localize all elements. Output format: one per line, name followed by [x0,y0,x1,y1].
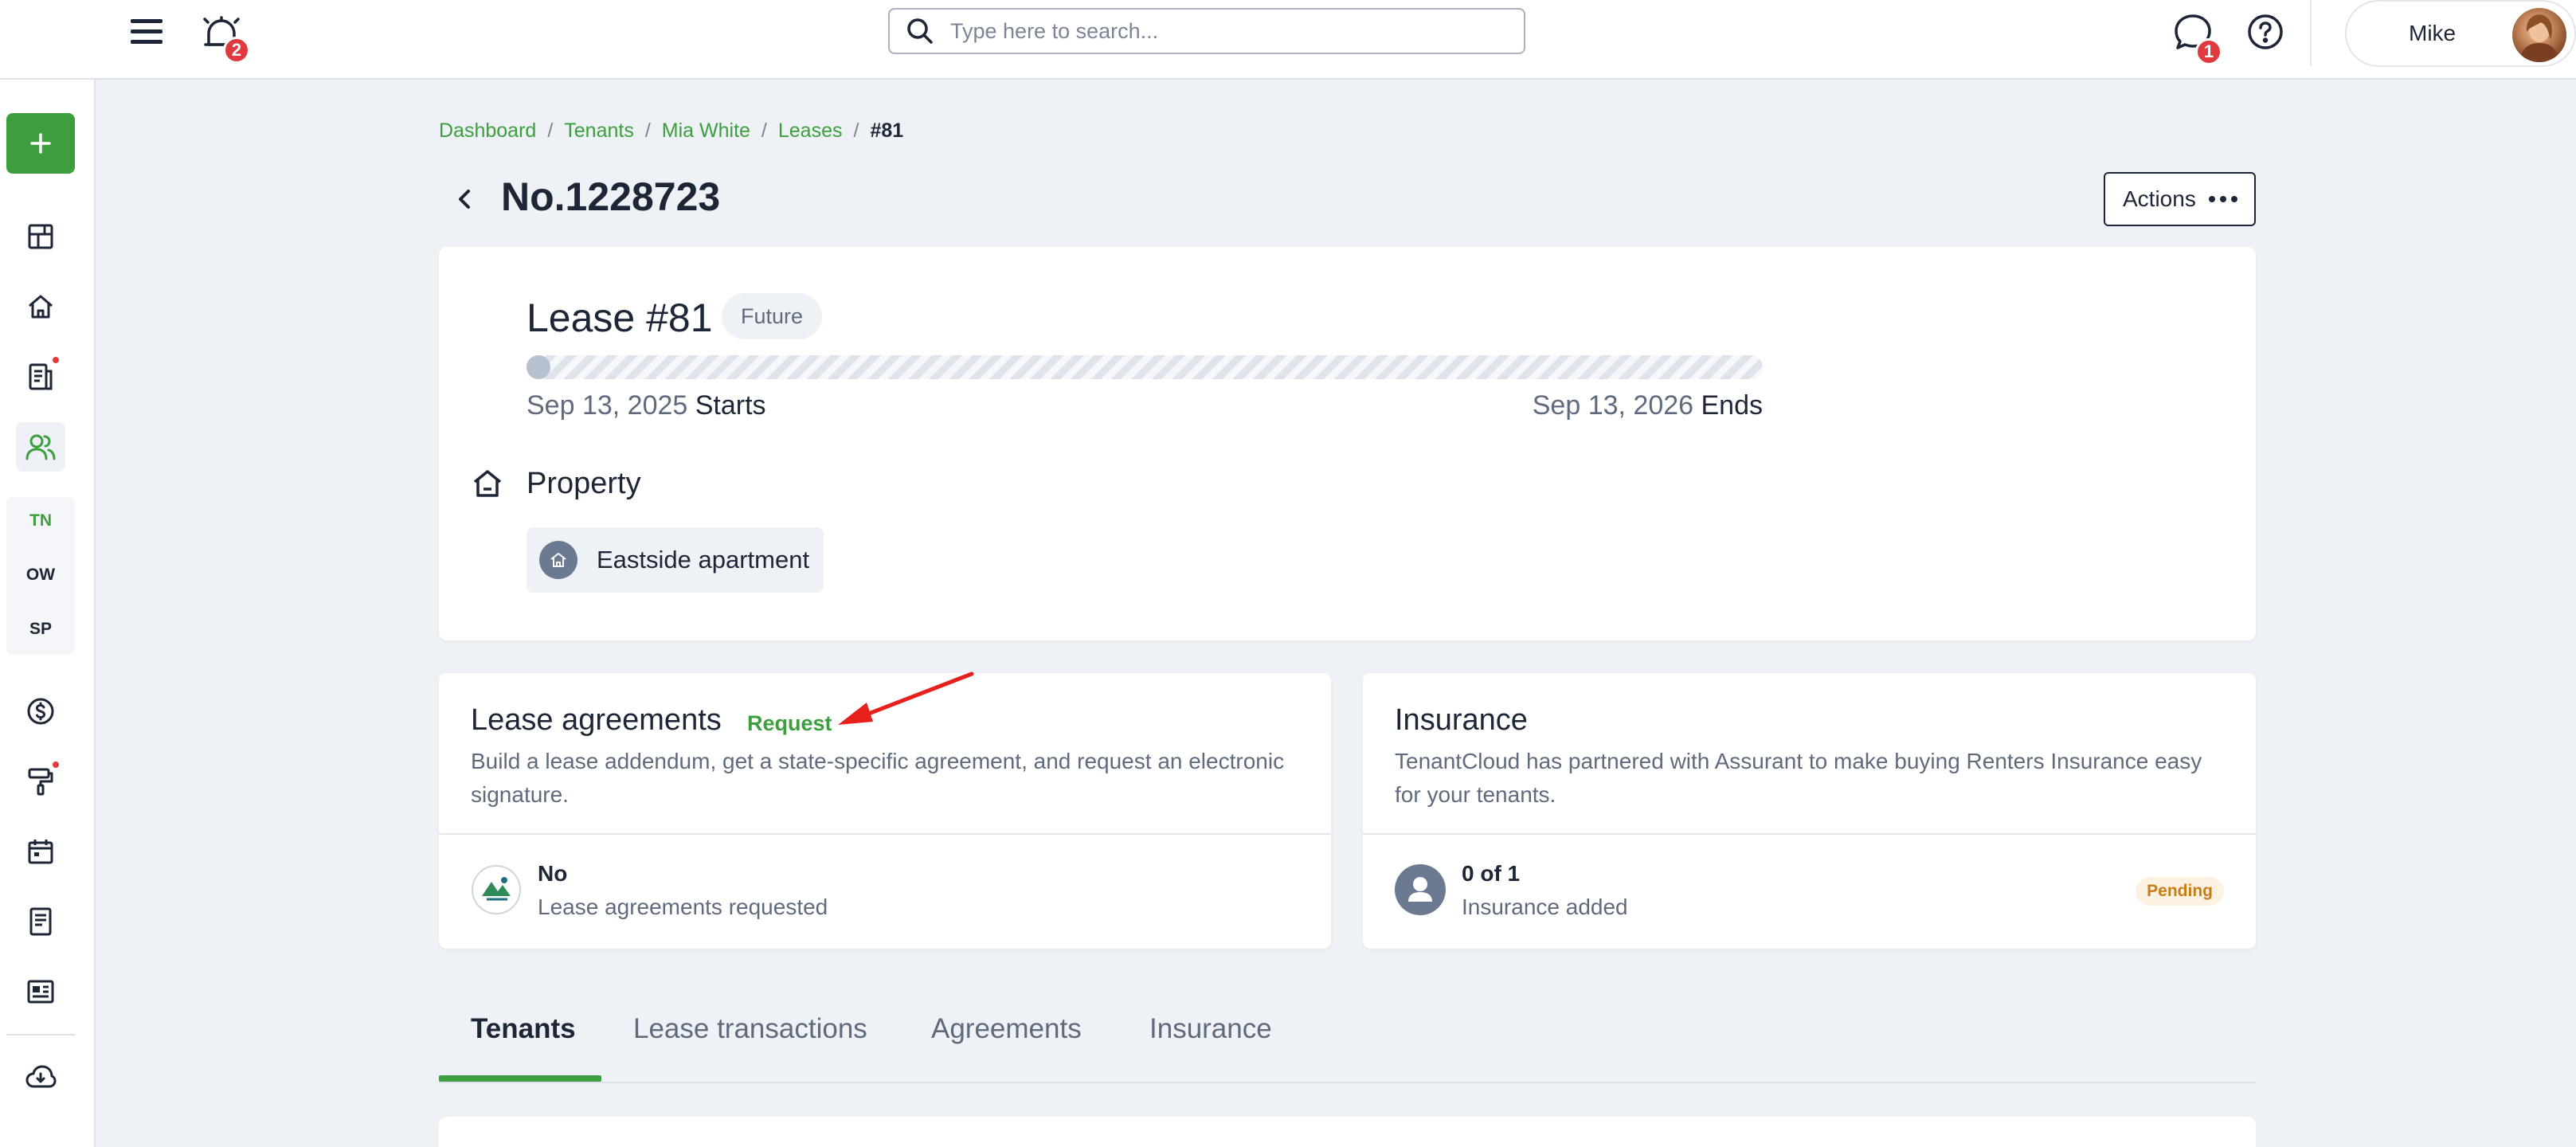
lease-title: Lease #81 [527,296,713,340]
search-icon [906,17,934,45]
sidebar-item-people[interactable] [16,422,65,472]
breadcrumb-leases[interactable]: Leases [778,119,843,142]
top-bar: 2 1 Mike [0,0,2576,80]
lease-end-date: Sep 13, 2026 [1532,390,1694,421]
sidebar-item-dashboard[interactable] [16,212,65,261]
lease-agreements-card: Lease agreements Request Build a lease a… [439,673,1331,949]
breadcrumb: Dashboard / Tenants / Mia White / Leases / #81 [439,119,904,142]
agreement-status-subtitle: Lease agreements requested [538,895,828,919]
tab-tenants[interactable]: Tenants [471,1013,576,1045]
top-bar-divider [2310,0,2312,65]
help-icon[interactable] [2246,13,2286,53]
subnav-item-owners[interactable]: OW [6,566,75,585]
user-avatar-icon [1395,864,1446,915]
insurance-status-subtitle: Insurance added [1462,895,1628,919]
property-home-icon [471,467,504,500]
user-name: Mike [2409,21,2457,45]
breadcrumb-tenants[interactable]: Tenants [564,119,634,142]
lease-end-label: Ends [1701,390,1764,421]
page-title: No.1228723 [501,174,721,219]
dashboard-icon [28,224,53,249]
home-icon [29,295,53,319]
sidebar-item-calendar[interactable] [16,827,65,876]
paint-roller-icon [28,768,53,796]
back-button[interactable] [449,180,481,218]
avatar [2512,8,2566,62]
cloud-download-icon [25,1065,57,1088]
lease-status-badge: Future [722,293,823,339]
people-subnav: TN OW SP [6,497,75,655]
insurance-title: Insurance [1395,703,1528,737]
breadcrumb-current: #81 [870,119,904,142]
insurance-status-title: 0 of 1 [1462,861,1521,886]
sidebar-item-properties[interactable] [16,282,65,331]
sidebar-item-reports[interactable] [16,897,65,946]
sidebar-item-accounting[interactable] [16,687,65,736]
lease-end: Sep 13, 2026 Ends [1526,390,1763,421]
card-divider [439,833,1331,835]
report-icon [29,907,52,936]
lease-start-label: Starts [695,390,766,421]
actions-label: Actions [2123,186,2196,211]
notification-dot [51,355,61,365]
breadcrumb-dashboard[interactable]: Dashboard [439,119,536,142]
insurance-description: TenantCloud has partnered with Assurant … [1395,749,2202,807]
sidebar-item-download[interactable] [16,1053,65,1102]
actions-button[interactable]: Actions [2104,172,2256,226]
tab-lease-transactions[interactable]: Lease transactions [633,1013,867,1045]
sidebar: TN OW SP [0,80,96,1147]
lease-progress-marker [527,355,550,379]
sidebar-item-listings[interactable] [16,967,65,1016]
tab-insurance[interactable]: Insurance [1149,1013,1272,1045]
property-home-icon [539,541,577,579]
lease-agreements-title: Lease agreements [471,703,722,737]
search-input[interactable] [950,18,1492,44]
lease-start-date: Sep 13, 2025 [527,390,688,421]
tab-content-panel [439,1117,2256,1147]
agreement-logo-icon [471,864,522,915]
property-name: Eastside apartment [597,546,810,574]
lease-tabs: Tenants Lease transactions Agreements In… [439,996,2256,1083]
request-agreement-link[interactable]: Request [747,711,832,736]
lease-summary-card: Lease #81 Future Sep 13, 2025 Starts Sep… [439,247,2256,640]
sidebar-item-maintenance[interactable] [16,757,65,806]
sidebar-item-leases[interactable] [16,352,65,401]
listing-icon [27,980,54,1004]
notifications-count-badge: 2 [223,37,250,64]
dollar-icon [27,698,54,725]
user-menu[interactable]: Mike [2345,0,2576,67]
add-button[interactable] [6,113,75,174]
insurance-status-badge: Pending [2136,877,2224,906]
menu-icon[interactable] [129,16,167,48]
lease-start: Sep 13, 2025 Starts [527,390,766,421]
agreement-status-title: No [538,861,568,886]
more-dots-icon [2208,196,2237,202]
sidebar-divider [6,1034,75,1035]
messages-icon[interactable]: 1 [2171,11,2222,65]
calendar-icon [28,840,53,864]
tab-agreements[interactable]: Agreements [931,1013,1082,1045]
card-divider [1363,833,2256,835]
breadcrumb-tenant-name[interactable]: Mia White [662,119,750,142]
notifications-bell-icon[interactable]: 2 [201,13,250,64]
documents-icon [29,363,53,390]
messages-count-badge: 1 [2195,38,2222,65]
subnav-item-tenants[interactable]: TN [6,511,75,530]
subnav-item-service-pros[interactable]: SP [6,620,75,639]
property-heading: Property [527,467,641,500]
search-box[interactable] [888,8,1525,54]
notification-dot [51,760,61,769]
chevron-left-icon [459,190,470,209]
users-icon [25,434,56,460]
insurance-card: Insurance TenantCloud has partnered with… [1363,673,2256,949]
property-chip[interactable]: Eastside apartment [527,527,824,593]
active-tab-indicator [439,1075,601,1082]
lease-progress-bar [527,355,1763,379]
plus-icon [30,133,51,154]
lease-agreements-description: Build a lease addendum, get a state-spec… [471,749,1285,807]
